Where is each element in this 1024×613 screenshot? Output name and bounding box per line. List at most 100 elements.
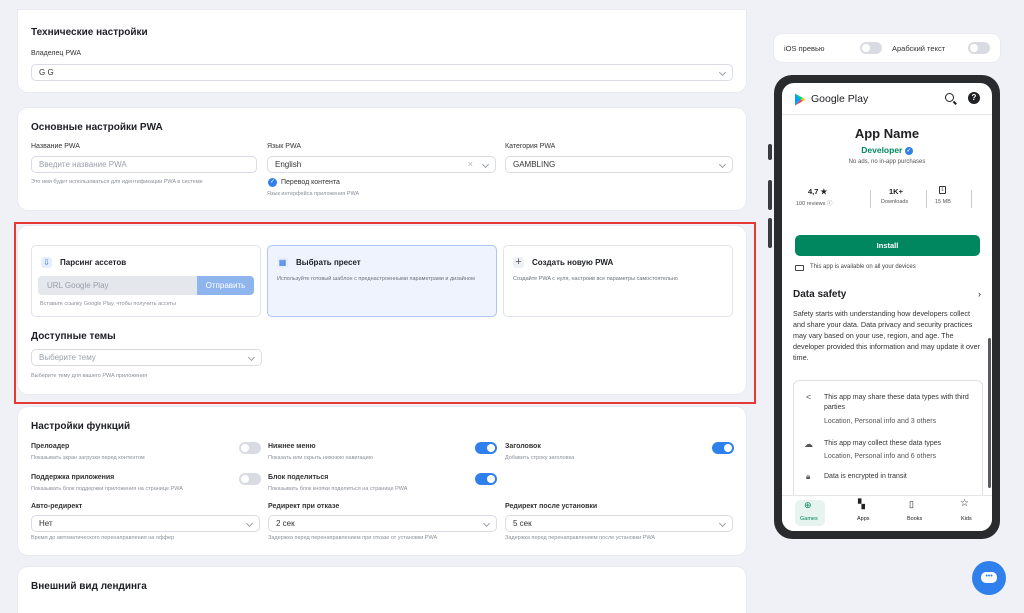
header-toggle[interactable] (712, 442, 734, 454)
devices-note: This app is available on all your device… (810, 264, 916, 270)
preloader-hint: Показывать экран загрузки перед контенто… (31, 455, 145, 461)
download-size-icon: ⇩ (939, 186, 946, 194)
share-label: Блок поделиться (268, 474, 329, 481)
install-redirect-label: Редирект после установки (505, 503, 598, 510)
arrow-right-icon[interactable]: › (978, 289, 981, 299)
install-redirect-hint: Задержка перед перенаправлением после ус… (505, 535, 656, 541)
tech-settings-title: Технические настройки (31, 27, 148, 38)
pwa-name-input[interactable]: Введите название PWA (31, 156, 257, 173)
ios-preview-label: iOS превью (784, 44, 825, 53)
owner-value: G G (39, 68, 54, 77)
share-data-title: This app may share these data types with… (824, 394, 969, 411)
parse-title: Парсинг ассетов (60, 258, 127, 267)
data-safety-title[interactable]: Data safety (793, 289, 846, 300)
verified-icon: ✓ (904, 146, 913, 155)
theme-hint: Выберите тему для вашего PWA приложения (31, 373, 148, 379)
parse-hint: Вставьте ссылку Google Play, чтобы получ… (40, 301, 177, 307)
auto-redirect-hint: Время до автоматического перенаправления… (31, 535, 175, 541)
kids-icon[interactable]: ☆ (960, 498, 969, 509)
chevron-down-icon (245, 519, 254, 528)
preset-desc: Используйте готовый шаблон с преднастрое… (277, 276, 475, 282)
nav-games-label: Games (800, 516, 818, 522)
create-title: Создать новую PWA (532, 258, 614, 267)
devices-icon (795, 265, 804, 271)
basic-settings-card: Основные настройки PWA Название PWA Введ… (18, 108, 746, 210)
ads-note: No ads, no in-app purchases (848, 159, 926, 165)
parse-assets-option[interactable]: ⇩ Парсинг ассетов URL Google Play Отправ… (31, 245, 261, 317)
ios-preview-toggle[interactable] (860, 42, 882, 54)
plus-icon: + (513, 257, 524, 268)
pwa-lang-label: Язык PWA (267, 143, 301, 150)
landing-title: Внешний вид лендинга (31, 581, 147, 592)
preloader-toggle[interactable] (239, 442, 261, 454)
phone-screen: Google Play ? App Name Developer ✓ No ad… (782, 83, 992, 531)
data-safety-text: Safety starts with understanding how dev… (793, 309, 980, 362)
gp-url-input[interactable]: URL Google Play (38, 276, 197, 295)
functions-title: Настройки функций (31, 421, 131, 432)
bottom-menu-toggle[interactable] (475, 442, 497, 454)
share-data-sub: Location, Personal info and 3 others (824, 418, 937, 425)
theme-placeholder: Выберите тему (39, 353, 96, 362)
share-hint: Показывать блок кнопки поделиться на стр… (268, 486, 408, 492)
chevron-down-icon (481, 160, 490, 169)
lock-icon: 🔒︎ (806, 472, 811, 481)
pwa-lang-select[interactable]: English × (267, 156, 496, 173)
chevron-down-icon (482, 519, 491, 528)
translate-checkbox[interactable]: ✓ (268, 178, 277, 187)
owner-label: Владелец PWA (31, 50, 82, 57)
pwa-name-label: Название PWA (31, 143, 80, 150)
install-button[interactable]: Install (795, 235, 980, 256)
bottom-menu-hint: Показать или скрыть нижнюю навигацию (268, 455, 373, 461)
install-redirect-select[interactable]: 5 сек (505, 515, 733, 532)
developer-name[interactable]: Developer (861, 145, 902, 155)
collect-data-sub: Location, Personal info and 6 others (824, 453, 937, 460)
search-handle (953, 100, 957, 105)
nav-kids-label[interactable]: Kids (961, 516, 972, 522)
theme-select[interactable]: Выберите тему (31, 349, 262, 366)
pwa-category-value: GAMBLING (513, 160, 556, 169)
auto-redirect-select[interactable]: Нет (31, 515, 260, 532)
size-value: 15 MB (935, 199, 951, 205)
auto-redirect-value: Нет (39, 519, 53, 528)
apps-icon[interactable]: ▚ (858, 499, 865, 510)
nav-books-label[interactable]: Books (907, 516, 922, 522)
support-toggle[interactable] (239, 473, 261, 485)
header-label: Заголовок (505, 443, 541, 450)
fail-redirect-select[interactable]: 2 сек (268, 515, 497, 532)
grid-icon: ▦ (277, 257, 288, 268)
phone-preview: Google Play ? App Name Developer ✓ No ad… (774, 75, 1000, 539)
fail-redirect-label: Редирект при отказе (268, 503, 340, 510)
create-pwa-option[interactable]: + Создать новую PWA Создайте PWA с нуля,… (503, 245, 733, 317)
tech-settings-card: Технические настройки Владелец PWA G G (18, 10, 746, 92)
themes-title: Доступные темы (31, 331, 116, 342)
books-icon[interactable]: ▯ (909, 499, 914, 510)
parse-icon: ⇩ (41, 257, 52, 268)
clear-icon[interactable]: × (468, 157, 473, 172)
share-toggle[interactable] (475, 473, 497, 485)
owner-select[interactable]: G G (31, 64, 733, 81)
phone-side-button (768, 144, 772, 160)
chat-button[interactable]: ••• (972, 561, 1006, 595)
translate-hint: Язык интерфейса приложения PWA (267, 191, 360, 197)
pwa-category-select[interactable]: GAMBLING (505, 156, 733, 173)
install-redirect-value: 5 сек (513, 519, 532, 528)
collect-data-title: This app may collect these data types (824, 440, 942, 447)
chevron-down-icon (718, 68, 727, 77)
nav-apps-label[interactable]: Apps (857, 516, 870, 522)
preloader-label: Прелоадер (31, 443, 70, 450)
fail-redirect-hint: Задержка перед перенаправлением при отка… (268, 535, 438, 541)
phone-side-button (768, 218, 772, 248)
collect-data-icon: ☁ (804, 439, 813, 449)
chevron-down-icon (718, 519, 727, 528)
pwa-category-label: Категория PWA (505, 143, 556, 150)
help-icon[interactable]: ? (968, 92, 980, 104)
arabic-text-toggle[interactable] (968, 42, 990, 54)
send-button[interactable]: Отправить (197, 276, 254, 295)
support-hint: Показывать блок поддержки приложения на … (31, 486, 183, 492)
fail-redirect-value: 2 сек (276, 519, 295, 528)
scroll-thumb[interactable] (988, 338, 991, 488)
preset-title: Выбрать пресет (296, 258, 361, 267)
downloads-label: Downloads (881, 199, 909, 205)
create-desc: Создайте PWA с нуля, настроив все параме… (513, 276, 678, 282)
preset-option[interactable]: ▦ Выбрать пресет Используйте готовый шаб… (267, 245, 497, 317)
